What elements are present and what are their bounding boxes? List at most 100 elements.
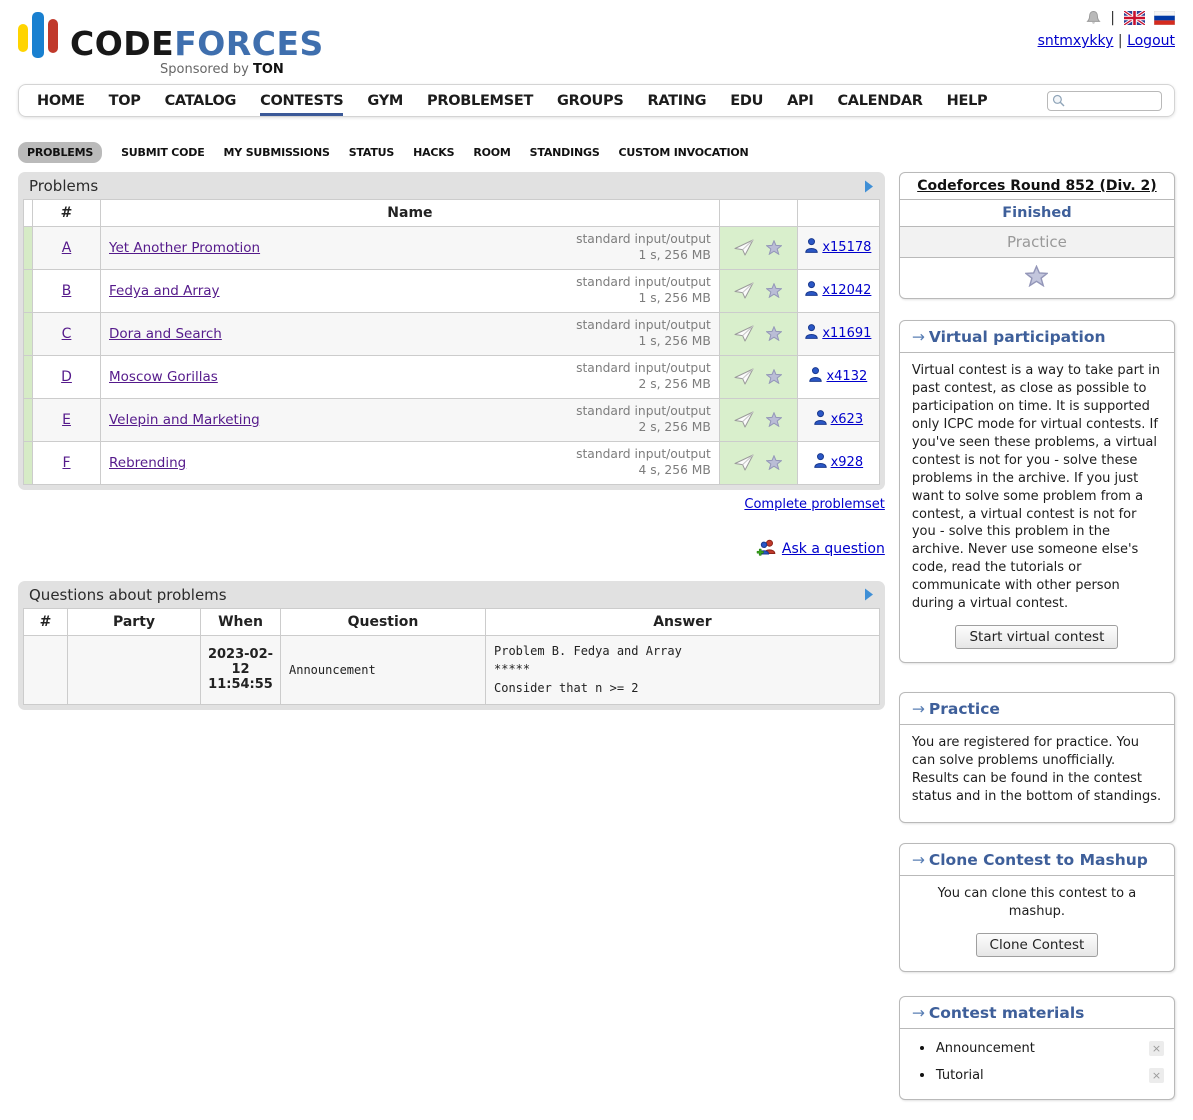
question-text: Announcement	[281, 635, 486, 704]
nav-item-api[interactable]: API	[787, 87, 813, 115]
ru-flag-icon[interactable]	[1154, 11, 1175, 25]
nav-item-catalog[interactable]: CATALOG	[165, 87, 237, 115]
clone-contest-button[interactable]: Clone Contest	[976, 933, 1099, 957]
solved-count-link[interactable]: x623	[831, 412, 864, 427]
solved-count-link[interactable]: x12042	[822, 283, 871, 298]
tab-custom-invocation[interactable]: CUSTOM INVOCATION	[619, 146, 749, 159]
complete-problemset-link[interactable]: Complete problemset	[744, 497, 884, 512]
problem-name-link[interactable]: Rebrending	[109, 455, 186, 471]
nav-item-gym[interactable]: GYM	[367, 87, 403, 115]
table-row: 2023-02-12 11:54:55 Announcement Problem…	[24, 635, 880, 704]
sponsored-prefix: Sponsored by	[160, 62, 253, 77]
nav-item-contests[interactable]: CONTESTS	[260, 87, 343, 115]
problems-table: # Name A Yet Another Promotion standard …	[23, 199, 880, 485]
nav-item-top[interactable]: TOP	[109, 87, 141, 115]
search-box	[1047, 91, 1162, 111]
tab-problems[interactable]: PROBLEMS	[18, 142, 102, 163]
expand-arrow-icon[interactable]	[864, 180, 874, 193]
ask-question-link[interactable]: Ask a question	[782, 541, 885, 557]
close-icon[interactable]: ×	[1149, 1068, 1164, 1083]
favorite-star-icon[interactable]	[766, 326, 782, 341]
favorite-star-icon[interactable]	[766, 240, 782, 255]
favorite-star-icon[interactable]	[766, 283, 782, 298]
nav-item-problemset[interactable]: PROBLEMSET	[427, 87, 533, 115]
close-icon[interactable]: ×	[1149, 1041, 1164, 1056]
contest-materials-box: →Contest materials Announcement × Tutori…	[899, 996, 1175, 1100]
contest-title-link[interactable]: Codeforces Round 852 (Div. 2)	[917, 178, 1156, 194]
uk-flag-icon[interactable]	[1124, 11, 1145, 25]
tutorial-link[interactable]: Tutorial	[936, 1068, 984, 1083]
submit-plane-icon[interactable]	[734, 325, 754, 342]
accepted-indicator	[24, 227, 33, 270]
problem-name-link[interactable]: Fedya and Array	[109, 283, 220, 299]
solved-count-link[interactable]: x928	[831, 455, 864, 470]
arrow-icon: →	[912, 700, 925, 718]
submit-plane-icon[interactable]	[734, 411, 754, 428]
accepted-indicator	[24, 441, 33, 484]
question-answer: Problem B. Fedya and Array ***** Conside…	[486, 635, 880, 704]
problem-index-link[interactable]: E	[62, 412, 71, 428]
table-row: F Rebrending standard input/output4 s, 2…	[24, 441, 880, 484]
announcement-link[interactable]: Announcement	[936, 1041, 1035, 1056]
problem-name-link[interactable]: Moscow Gorillas	[109, 369, 218, 385]
tab-status[interactable]: STATUS	[349, 146, 394, 159]
solved-count-link[interactable]: x4132	[826, 369, 867, 384]
contest-status: Finished	[900, 200, 1174, 227]
tab-standings[interactable]: STANDINGS	[530, 146, 600, 159]
codeforces-logo[interactable]: CODEFORCES Sponsored by TON	[18, 10, 324, 77]
solved-count-link[interactable]: x11691	[822, 326, 871, 341]
arrow-icon: →	[912, 851, 925, 869]
favorite-star-icon[interactable]	[766, 412, 782, 427]
favorite-star-icon[interactable]	[766, 455, 782, 470]
start-virtual-contest-button[interactable]: Start virtual contest	[955, 625, 1118, 649]
tab-hacks[interactable]: HACKS	[413, 146, 454, 159]
logo-text: CODEFORCES	[70, 27, 324, 60]
bell-icon[interactable]	[1086, 10, 1101, 26]
nav-item-home[interactable]: HOME	[37, 87, 85, 115]
favorite-star-icon[interactable]	[1025, 265, 1048, 287]
answer-line: Consider that n >= 2	[494, 679, 871, 698]
nav-item-edu[interactable]: EDU	[730, 87, 763, 115]
problem-index-link[interactable]: D	[61, 369, 72, 385]
problem-name-link[interactable]: Dora and Search	[109, 326, 222, 342]
submit-plane-icon[interactable]	[734, 368, 754, 385]
search-input[interactable]	[1068, 94, 1154, 108]
sponsor-name: TON	[253, 62, 284, 77]
nav-item-rating[interactable]: RATING	[647, 87, 706, 115]
column-header-answer: Answer	[486, 608, 880, 635]
submit-plane-icon[interactable]	[734, 239, 754, 256]
tab-my-submissions[interactable]: MY SUBMISSIONS	[224, 146, 330, 159]
problems-table-container: Problems # Name A Yet A	[18, 172, 885, 490]
problem-name-link[interactable]: Yet Another Promotion	[109, 240, 260, 256]
nav-item-help[interactable]: HELP	[947, 87, 988, 115]
username-link[interactable]: sntmxykky	[1038, 33, 1114, 49]
solved-person-icon	[814, 453, 827, 472]
materials-list: Announcement × Tutorial ×	[900, 1029, 1174, 1099]
expand-arrow-icon[interactable]	[864, 588, 874, 601]
nav-item-groups[interactable]: GROUPS	[557, 87, 623, 115]
user-bar: sntmxykky | Logout	[1038, 33, 1175, 49]
table-row: D Moscow Gorillas standard input/output2…	[24, 355, 880, 398]
problem-index-link[interactable]: A	[62, 240, 72, 256]
tab-submit-code[interactable]: SUBMIT CODE	[121, 146, 204, 159]
nav-item-calendar[interactable]: CALENDAR	[837, 87, 922, 115]
problem-index-link[interactable]: F	[62, 455, 70, 471]
contest-materials-title: Contest materials	[929, 1004, 1085, 1022]
solved-count-link[interactable]: x15178	[822, 240, 871, 255]
page-header: CODEFORCES Sponsored by TON | sntmxykky …	[0, 0, 1193, 80]
problem-index-link[interactable]: B	[62, 283, 72, 299]
column-header-index: #	[33, 200, 101, 227]
submit-plane-icon[interactable]	[734, 454, 754, 471]
logout-link[interactable]: Logout	[1127, 33, 1175, 49]
practice-box: →Practice You are registered for practic…	[899, 692, 1175, 823]
favorite-star-icon[interactable]	[766, 369, 782, 384]
accepted-indicator	[24, 312, 33, 355]
questions-caption: Questions about problems	[29, 586, 227, 604]
tab-room[interactable]: ROOM	[473, 146, 510, 159]
accepted-indicator	[24, 269, 33, 312]
submit-plane-icon[interactable]	[734, 282, 754, 299]
problem-name-link[interactable]: Velepin and Marketing	[109, 412, 260, 428]
answer-line: Problem B. Fedya and Array	[494, 642, 871, 661]
problem-index-link[interactable]: C	[62, 326, 72, 342]
question-when: 2023-02-12 11:54:55	[201, 635, 281, 704]
